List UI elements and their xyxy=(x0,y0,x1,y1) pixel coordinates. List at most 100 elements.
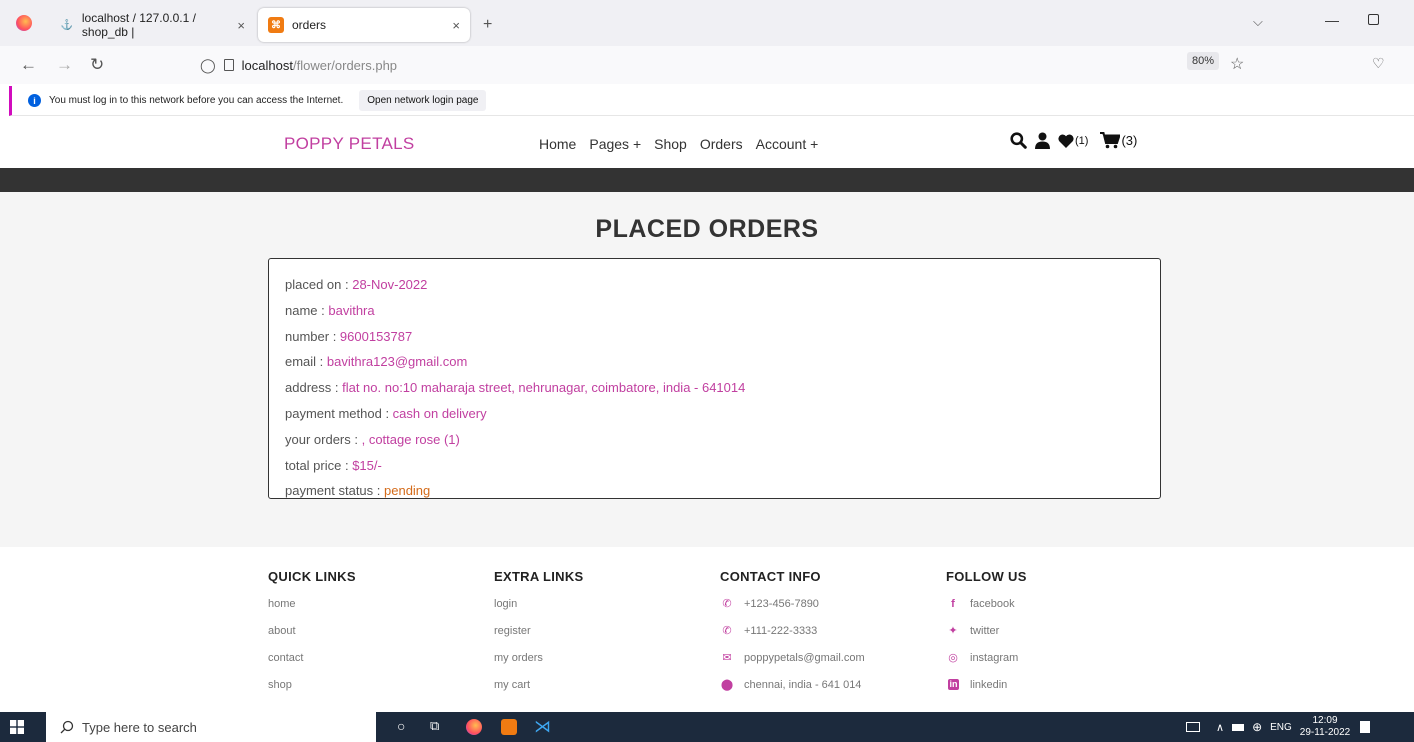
field-value: flat no. no:10 maharaja street, nehrunag… xyxy=(342,380,746,396)
field-label: address : xyxy=(285,380,343,396)
nav-account[interactable]: Account + xyxy=(756,136,819,152)
contact-text: chennai, india - 641 014 xyxy=(744,679,862,691)
footer-follow-us: FOLLOW US f facebook ✦ twitter ◎ instagram … xyxy=(946,569,1027,705)
field-value: 9600153787 xyxy=(339,328,413,344)
battery-icon[interactable] xyxy=(1232,723,1245,731)
url-bar[interactable]: ◯ localhost/flower/orders.php xyxy=(200,53,1270,77)
tab-list-icon[interactable]: ⌵ xyxy=(1253,14,1263,30)
nav-orders[interactable]: Orders xyxy=(700,136,743,152)
heart-icon xyxy=(1058,134,1074,148)
search-icon[interactable] xyxy=(1010,132,1027,149)
shield-icon: ◯ xyxy=(200,56,216,73)
footer-link-shop[interactable]: shop xyxy=(268,678,356,705)
site-header: POPPY PETALS Home Pages + Shop Orders Ac… xyxy=(0,118,1414,168)
site-footer: QUICK LINKS home about contact shop EXTR… xyxy=(0,547,1414,712)
windows-start-icon[interactable] xyxy=(10,720,24,734)
open-network-login-button[interactable]: Open network login page xyxy=(359,90,487,111)
cortana-icon[interactable]: ○ xyxy=(397,718,405,734)
order-payment-status: payment status : pending xyxy=(285,478,1144,504)
forward-icon[interactable]: → xyxy=(56,55,73,75)
nav-pages[interactable]: Pages + xyxy=(589,136,641,152)
vscode-icon[interactable]: ⋊ xyxy=(534,717,551,737)
field-value: cash on delivery xyxy=(392,405,487,421)
tab-orders[interactable]: ⌘ orders × xyxy=(258,8,470,42)
notifications-icon[interactable] xyxy=(1360,721,1371,733)
social-twitter[interactable]: ✦ twitter xyxy=(946,624,1027,651)
order-items: your orders : , cottage rose (1) xyxy=(285,427,1144,453)
info-icon: i xyxy=(28,94,41,107)
page-icon xyxy=(223,59,234,71)
footer-link-my-cart[interactable]: my cart xyxy=(494,678,584,705)
field-label: email : xyxy=(285,354,327,370)
field-label: payment status : xyxy=(285,483,384,499)
minimize-icon[interactable]: — xyxy=(1325,12,1339,28)
keyboard-icon[interactable] xyxy=(1186,722,1200,732)
footer-contact-info: CONTACT INFO ✆ +123-456-7890 ✆ +111-222-33… xyxy=(720,569,865,705)
chevron-up-icon[interactable]: ∧ xyxy=(1216,721,1224,734)
map-marker-icon: ⬤ xyxy=(720,679,734,691)
nav-shop[interactable]: Shop xyxy=(654,136,687,152)
social-text: instagram xyxy=(970,652,1019,664)
globe-icon[interactable]: ⊕ xyxy=(1252,720,1262,734)
order-number: number : 9600153787 xyxy=(285,324,1144,350)
footer-link-contact[interactable]: contact xyxy=(268,651,356,678)
pocket-icon[interactable]: ♡ xyxy=(1372,55,1385,72)
firefox-icon[interactable] xyxy=(466,719,482,735)
user-icon[interactable] xyxy=(1035,132,1050,149)
zoom-level[interactable]: 80% xyxy=(1187,52,1220,70)
firefox-icon[interactable] xyxy=(16,15,32,31)
site-logo[interactable]: POPPY PETALS xyxy=(284,134,415,154)
footer-link-home[interactable]: home xyxy=(268,597,356,624)
close-icon[interactable]: × xyxy=(452,18,460,33)
wishlist-link[interactable]: (1) xyxy=(1058,134,1088,148)
phpmyadmin-icon: ⚓ xyxy=(60,19,74,31)
facebook-icon: f xyxy=(951,598,955,610)
taskbar-search-input[interactable]: Type here to search xyxy=(46,712,376,742)
new-tab-button[interactable]: + xyxy=(483,16,492,34)
search-placeholder: Type here to search xyxy=(82,719,197,735)
nav-home[interactable]: Home xyxy=(539,136,576,152)
reload-icon[interactable]: ↻ xyxy=(90,55,104,75)
main-nav: Home Pages + Shop Orders Account + xyxy=(539,136,818,152)
footer-heading: CONTACT INFO xyxy=(720,569,821,584)
back-icon[interactable]: ← xyxy=(20,55,37,75)
browser-tab-bar: ⚓ localhost / 127.0.0.1 / shop_db | × ⌘ … xyxy=(0,0,1414,46)
footer-link-register[interactable]: register xyxy=(494,624,584,651)
footer-heading: FOLLOW US xyxy=(946,569,1027,584)
search-icon xyxy=(60,720,74,734)
footer-link-my-orders[interactable]: my orders xyxy=(494,651,584,678)
header-divider-bar xyxy=(0,168,1414,192)
footer-heading: QUICK LINKS xyxy=(268,569,356,584)
footer-link-login[interactable]: login xyxy=(494,597,584,624)
order-payment-method: payment method : cash on delivery xyxy=(285,401,1144,427)
restore-icon[interactable] xyxy=(1368,14,1379,25)
field-value: bavithra123@gmail.com xyxy=(326,354,468,370)
footer-link-about[interactable]: about xyxy=(268,624,356,651)
notification-text: You must log in to this network before y… xyxy=(49,95,344,106)
order-card: placed on : 28-Nov-2022 name : bavithra … xyxy=(268,258,1161,499)
task-view-icon[interactable]: ⧉ xyxy=(430,718,439,734)
language-indicator[interactable]: ENG xyxy=(1270,722,1292,733)
wishlist-count: (1) xyxy=(1075,134,1089,147)
clock-date: 29-11-2022 xyxy=(1299,727,1351,738)
tab-phpmyadmin[interactable]: ⚓ localhost / 127.0.0.1 / shop_db | × xyxy=(50,8,255,42)
page-title: PLACED ORDERS xyxy=(595,215,819,243)
order-placed-on: placed on : 28-Nov-2022 xyxy=(285,272,1144,298)
social-facebook[interactable]: f facebook xyxy=(946,597,1027,624)
close-icon[interactable]: × xyxy=(237,18,245,33)
cart-link[interactable]: (3) xyxy=(1100,132,1137,149)
footer-quick-links: QUICK LINKS home about contact shop xyxy=(268,569,356,705)
order-address: address : flat no. no:10 maharaja street… xyxy=(285,375,1144,401)
taskbar-clock[interactable]: 12:09 29-11-2022 xyxy=(1300,715,1350,739)
social-linkedin[interactable]: in linkedin xyxy=(946,678,1027,705)
linkedin-icon: in xyxy=(948,679,959,690)
tab-title: localhost / 127.0.0.1 / shop_db | xyxy=(81,11,196,39)
contact-phone-2[interactable]: ✆ +111-222-3333 xyxy=(720,624,865,651)
xampp-icon[interactable] xyxy=(501,719,517,735)
social-instagram[interactable]: ◎ instagram xyxy=(946,651,1027,678)
clock-time: 12:09 xyxy=(1312,715,1338,726)
star-icon[interactable]: ☆ xyxy=(1230,54,1244,74)
contact-email[interactable]: ✉ poppypetals@gmail.com xyxy=(720,651,864,678)
contact-address[interactable]: ⬤ chennai, india - 641 014 xyxy=(720,678,865,705)
contact-phone-1[interactable]: ✆ +123-456-7890 xyxy=(720,597,865,624)
